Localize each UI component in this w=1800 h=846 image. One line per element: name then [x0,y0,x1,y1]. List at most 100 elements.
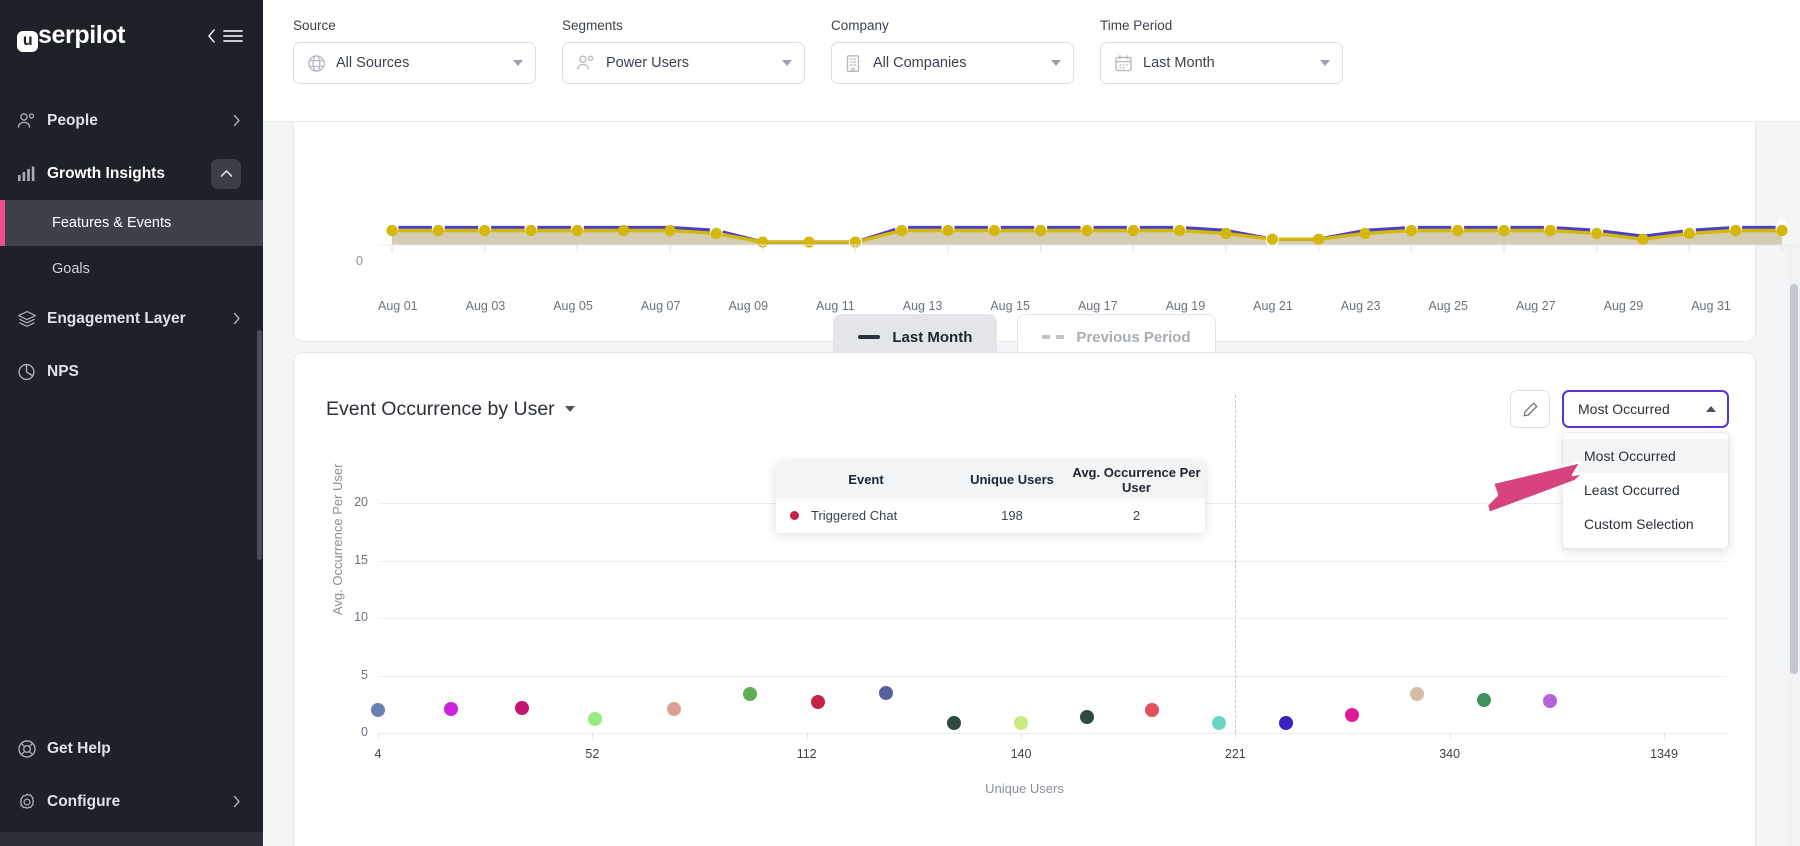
trend-x-tick: Aug 05 [553,299,593,313]
scatter-gridline [378,675,1727,677]
time-period-dropdown[interactable]: Last Month [1100,42,1343,84]
scatter-point[interactable] [666,701,681,716]
trend-x-tick: Aug 25 [1428,299,1469,313]
event-card-header: Event Occurrence by User Most Occurred M… [294,353,1755,549]
scatter-highlight-line [1235,395,1237,733]
scatter-x-tick: 4 [374,747,382,761]
layers-icon [17,310,47,328]
dropdown-option-label: Least Occurred [1584,482,1680,498]
app-root: u serpilot People Growth Insights Featur… [0,0,1800,846]
dropdown-option-label: Most Occurred [1584,448,1676,464]
scatter-point[interactable] [1278,715,1293,730]
bar-chart-icon [17,165,47,183]
sidebar-collapse-toggle[interactable] [206,28,243,44]
chevron-up-icon [220,170,232,177]
sidebar-item-people[interactable]: People [0,94,263,147]
sidebar-item-features-and-events[interactable]: Features & Events [0,200,263,246]
scatter-x-tickmark [1235,733,1237,739]
logo-mark: u [17,30,38,52]
chevron-down-icon [1320,60,1330,66]
filter-label: Source [293,18,336,33]
scatter-point[interactable] [1410,686,1425,701]
scatter-y-tick: 20 [354,495,368,509]
sidebar-item-growth-insights[interactable]: Growth Insights [0,147,263,200]
scatter-point[interactable] [1476,692,1491,707]
scatter-point[interactable] [1542,693,1557,708]
scatter-point[interactable] [1014,715,1028,730]
chevron-right-icon [233,312,241,325]
scatter-x-tick: 112 [796,747,817,761]
trend-x-tick: Aug 19 [1165,299,1206,313]
page-scrollbar-track[interactable] [1788,244,1800,846]
scatter-point[interactable] [588,712,603,727]
calendar-icon [1114,54,1133,73]
logo-text: serpilot [38,20,126,49]
trend-x-tick: Aug 13 [902,299,943,313]
users-icon [576,54,596,72]
scatter-point[interactable] [444,701,459,716]
company-dropdown[interactable]: All Companies [831,42,1074,84]
filter-label: Time Period [1100,18,1173,33]
scatter-point[interactable] [1079,709,1094,724]
sidebar-item-label: Growth Insights [47,164,165,182]
page-title[interactable]: Event Occurrence by User [326,398,575,421]
scatter-point[interactable] [1212,715,1227,730]
dropdown-option-label: Custom Selection [1584,516,1694,532]
chevron-right-icon [233,114,241,127]
scatter-point[interactable] [515,700,530,715]
series-color-dot [790,511,799,520]
trend-x-tick: Aug 21 [1253,299,1293,313]
app-logo: u serpilot [17,20,126,52]
building-icon [845,54,863,73]
scatter-point[interactable] [878,685,893,700]
growth-insights-collapse-button[interactable] [211,158,241,189]
scatter-point[interactable] [1145,703,1160,717]
filter-segments: Segments Power Users [562,18,805,121]
trend-x-tick: Aug 29 [1603,299,1644,313]
chevron-up-icon [1706,406,1716,412]
tooltip-event-name: Triggered Chat [811,508,898,523]
scatter-point[interactable] [947,715,962,730]
trend-x-tick: Aug 17 [1077,299,1118,313]
tooltip-header-unique-users: Unique Users [970,472,1054,487]
tooltip-avg-occurrence: 2 [1132,508,1141,523]
chevron-down-icon [513,60,523,66]
lifebuoy-icon [17,739,47,759]
sidebar-scrollbar[interactable] [257,330,262,560]
sidebar-item-goals[interactable]: Goals [0,246,263,292]
source-value: All Sources [336,55,410,71]
dropdown-option-custom-selection[interactable]: Custom Selection [1563,507,1728,541]
scatter-gridline [378,560,1727,562]
people-icon [17,112,47,130]
trend-x-tick: Aug 07 [640,299,681,313]
sidebar-header: u serpilot [0,0,263,72]
sidebar-item-label: NPS [47,362,79,380]
sidebar-subitem-label: Features & Events [52,215,172,231]
chevron-right-icon [233,795,241,808]
page-scrollbar-thumb[interactable] [1790,284,1798,674]
tooltip-header-event: Event [848,472,884,487]
chevron-down-icon [782,60,792,66]
scatter-point[interactable] [810,694,825,709]
scatter-y-tick: 0 [361,725,368,739]
sidebar-item-label: Get Help [47,739,111,757]
scatter-x-tickmark [378,733,379,739]
sidebar-item-get-help[interactable]: Get Help [0,722,263,775]
scatter-point[interactable] [371,703,385,717]
sidebar-item-nps[interactable]: NPS [0,345,263,398]
scatter-point[interactable] [1344,707,1359,722]
filter-label: Company [831,18,889,33]
segments-dropdown[interactable]: Power Users [562,42,805,84]
source-dropdown[interactable]: All Sources [293,42,536,84]
edit-button[interactable] [1510,390,1550,428]
sidebar-footer-bar [0,832,263,846]
dropdown-option-least-occurred[interactable]: Least Occurred [1563,473,1728,507]
sidebar-item-configure[interactable]: Configure [0,775,263,828]
dropdown-option-most-occurred[interactable]: Most Occurred [1563,439,1728,473]
scatter-x-tick: 140 [1010,747,1032,761]
occurrence-sort-select[interactable]: Most Occurred [1562,390,1729,428]
sidebar-nav: People Growth Insights Features & Events… [0,94,263,398]
scatter-point[interactable] [742,686,757,701]
sidebar-item-engagement-layer[interactable]: Engagement Layer [0,292,263,345]
solid-line-icon [858,335,881,339]
